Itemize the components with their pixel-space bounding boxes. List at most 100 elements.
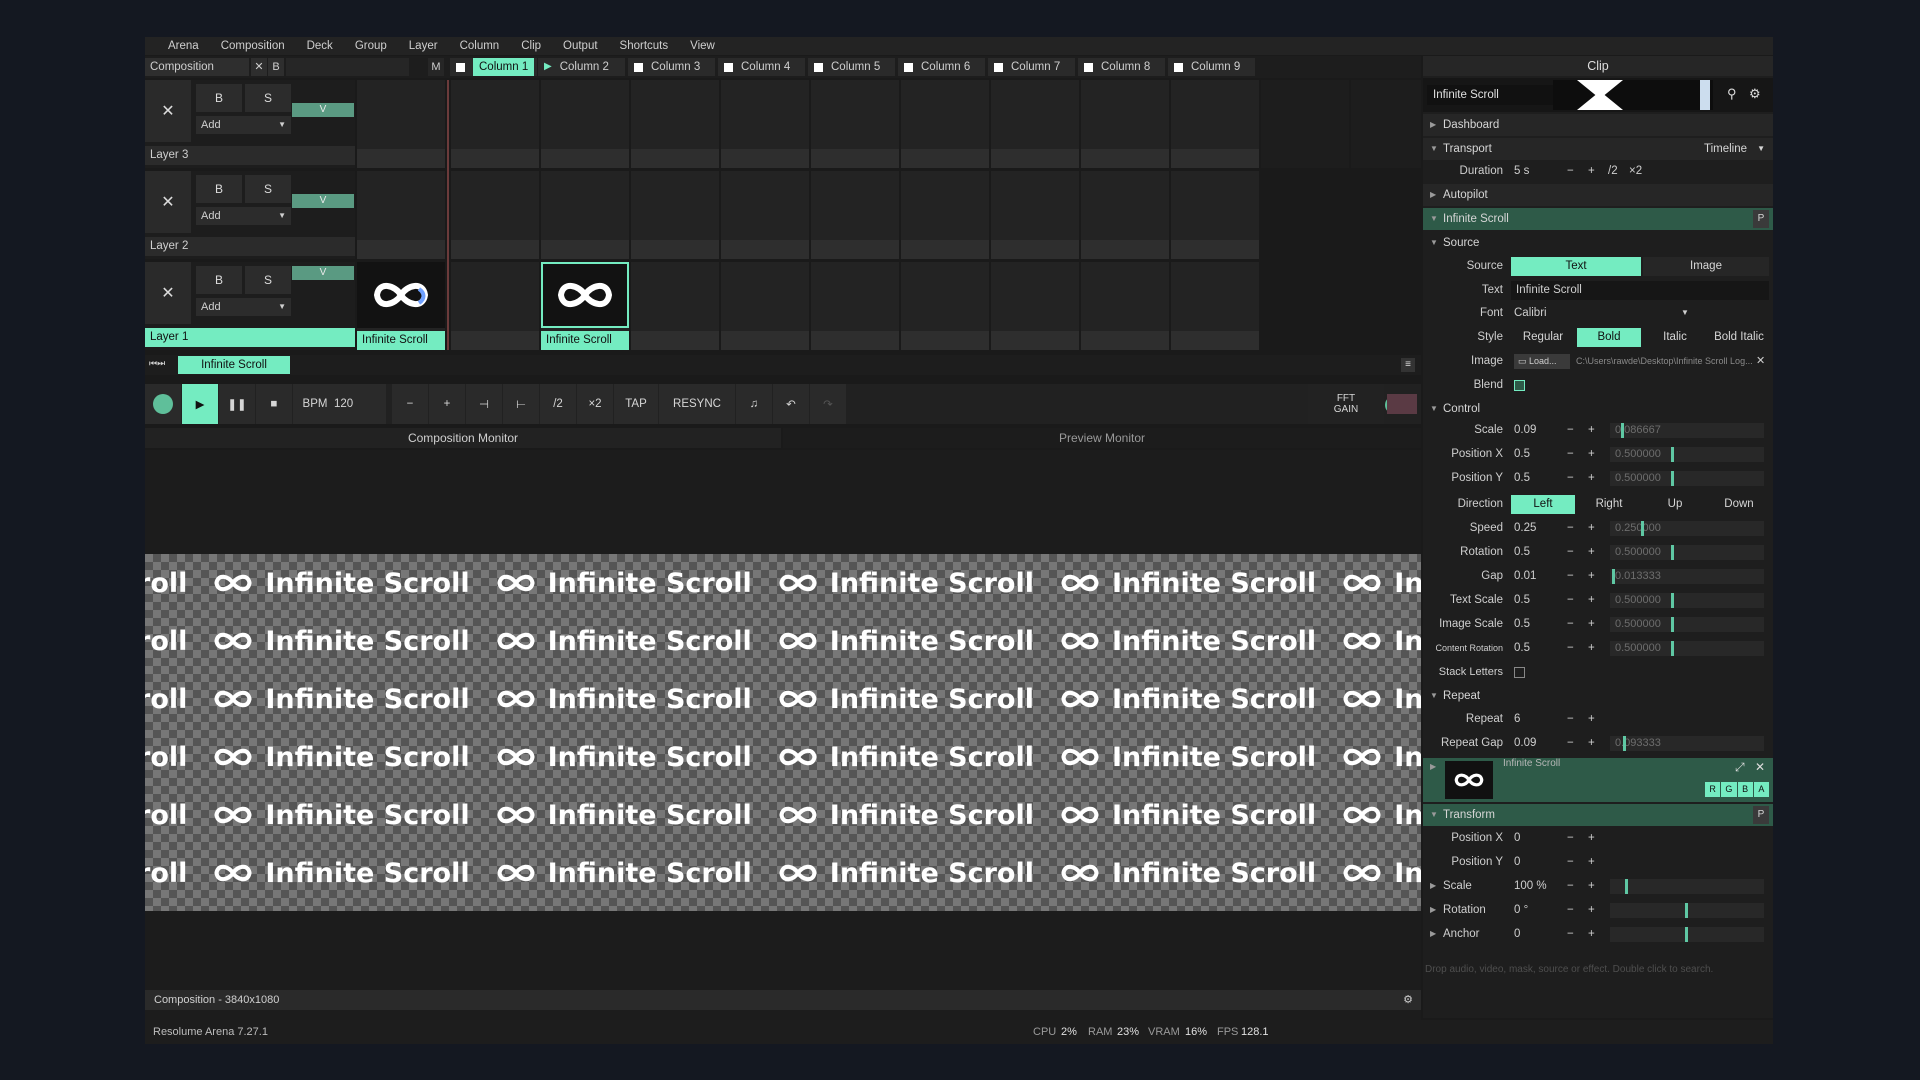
stack-letters-checkbox[interactable] <box>1514 667 1525 678</box>
clip-slot[interactable] <box>1171 171 1259 259</box>
clip-slot[interactable] <box>357 171 445 259</box>
layer-1-add-dropdown[interactable]: Add ▼ <box>196 298 291 316</box>
composition-clear-button[interactable]: ✕ <box>251 58 267 76</box>
position-y-decrease[interactable]: − <box>1567 467 1574 489</box>
layer-3-clear-button[interactable]: ✕ <box>145 80 191 142</box>
transform-anchor-slider[interactable] <box>1610 927 1764 942</box>
effect-section[interactable]: ▼ Infinite Scroll P <box>1423 208 1773 230</box>
direction-left-button[interactable]: Left <box>1511 495 1575 514</box>
nudge-right-icon[interactable]: ⊢ <box>503 384 539 424</box>
position-y-value[interactable]: 0.5 <box>1514 467 1530 489</box>
layer-1-clear-button[interactable]: ✕ <box>145 262 191 324</box>
clip-slot[interactable] <box>451 262 539 350</box>
scale-value[interactable]: 0.09 <box>1514 419 1536 441</box>
bpm-double-button[interactable]: ×2 <box>577 384 613 424</box>
transport-mode-select[interactable]: Timeline <box>1704 138 1747 160</box>
image-scale-slider[interactable]: 0.500000 <box>1610 617 1764 632</box>
transform-position-y-increase[interactable]: + <box>1588 851 1595 873</box>
speed-decrease[interactable]: − <box>1567 517 1574 539</box>
clip-infinite-scroll-col1[interactable]: Infinite Scroll <box>357 262 445 350</box>
text-scale-value[interactable]: 0.5 <box>1514 589 1530 611</box>
gap-increase[interactable]: + <box>1588 565 1595 587</box>
source-section[interactable]: ▼ Source <box>1423 232 1773 254</box>
column-3-checkbox[interactable] <box>634 62 643 72</box>
text-input[interactable]: Infinite Scroll <box>1511 281 1769 300</box>
clip-slot[interactable] <box>901 80 989 168</box>
text-scale-decrease[interactable]: − <box>1567 589 1574 611</box>
text-scale-increase[interactable]: + <box>1588 589 1595 611</box>
menu-group[interactable]: Group <box>344 40 398 52</box>
bpm-increase-button[interactable]: + <box>429 384 465 424</box>
layer-1-solo-button[interactable]: S <box>245 266 291 294</box>
image-clear-icon[interactable]: ✕ <box>1756 350 1765 372</box>
transform-anchor-decrease[interactable]: − <box>1567 923 1574 945</box>
clip-slot[interactable] <box>631 262 719 350</box>
clip-slot[interactable] <box>1171 80 1259 168</box>
transform-anchor-value[interactable]: 0 <box>1514 923 1520 945</box>
transform-scale-increase[interactable]: + <box>1588 875 1595 897</box>
column-1-tab[interactable]: Column 1 <box>450 58 537 76</box>
rotation-decrease[interactable]: − <box>1567 541 1574 563</box>
metronome-icon[interactable]: ♫ <box>736 384 772 424</box>
transform-rotation-value[interactable]: 0 ° <box>1514 899 1528 921</box>
duration-value[interactable]: 5 s <box>1514 160 1529 182</box>
rotation-increase[interactable]: + <box>1588 541 1595 563</box>
composition-tab[interactable]: Composition <box>145 58 249 76</box>
preset-icon[interactable]: P <box>1753 210 1769 228</box>
column-4-tab[interactable]: Column 4 <box>718 58 805 76</box>
repeat-gap-slider[interactable]: 0.093333 <box>1610 736 1764 751</box>
clip-slot[interactable] <box>721 262 809 350</box>
gap-decrease[interactable]: − <box>1567 565 1574 587</box>
transform-position-y-decrease[interactable]: − <box>1567 851 1574 873</box>
menu-shortcuts[interactable]: Shortcuts <box>609 40 680 52</box>
menu-view[interactable]: View <box>679 40 726 52</box>
repeat-section[interactable]: ▼ Repeat <box>1423 685 1773 707</box>
transform-position-y-value[interactable]: 0 <box>1514 851 1520 873</box>
bpm-half-button[interactable]: /2 <box>540 384 576 424</box>
channel-r-toggle[interactable]: R <box>1705 782 1721 797</box>
layer-2-solo-button[interactable]: S <box>245 175 291 203</box>
clip-name-field[interactable]: Infinite Scroll <box>1427 85 1553 105</box>
column-6-tab[interactable]: Column 6 <box>898 58 985 76</box>
layer-2-video-button[interactable]: V <box>292 194 354 208</box>
layer-2-bypass-button[interactable]: B <box>196 175 242 203</box>
clip-slot[interactable] <box>541 171 629 259</box>
column-4-checkbox[interactable] <box>724 62 733 72</box>
fft-gain-control[interactable]: FFT GAIN <box>1308 384 1384 424</box>
menu-column[interactable]: Column <box>449 40 511 52</box>
column-3-tab[interactable]: Column 3 <box>628 58 715 76</box>
gap-value[interactable]: 0.01 <box>1514 565 1536 587</box>
scale-decrease[interactable]: − <box>1567 419 1574 441</box>
clip-slot[interactable] <box>811 262 899 350</box>
preset-icon[interactable]: P <box>1753 806 1769 824</box>
clip-slot[interactable] <box>541 80 629 168</box>
chevron-right-icon[interactable]: ▶ <box>1430 875 1436 897</box>
repeat-gap-value[interactable]: 0.09 <box>1514 732 1536 754</box>
duration-double[interactable]: ×2 <box>1629 160 1642 182</box>
clip-slot[interactable] <box>631 80 719 168</box>
clip-slot[interactable] <box>631 171 719 259</box>
image-scale-value[interactable]: 0.5 <box>1514 613 1530 635</box>
clip-slot[interactable] <box>1081 171 1169 259</box>
gear-icon[interactable]: ⚙ <box>1749 86 1761 102</box>
bpm-input[interactable]: 120 <box>328 384 386 424</box>
menu-deck[interactable]: Deck <box>296 40 344 52</box>
tap-button[interactable]: TAP <box>614 384 658 424</box>
transform-rotation-decrease[interactable]: − <box>1567 899 1574 921</box>
position-y-increase[interactable]: + <box>1588 467 1595 489</box>
transform-position-x-value[interactable]: 0 <box>1514 827 1520 849</box>
content-rotation-increase[interactable]: + <box>1588 637 1595 659</box>
column-5-tab[interactable]: Column 5 <box>808 58 895 76</box>
channel-b-toggle[interactable]: B <box>1737 782 1753 797</box>
globe-icon[interactable] <box>145 384 181 424</box>
rotation-value[interactable]: 0.5 <box>1514 541 1530 563</box>
transform-scale-slider[interactable] <box>1610 879 1764 894</box>
speed-slider[interactable]: 0.250000 <box>1610 521 1764 536</box>
column-8-tab[interactable]: Column 8 <box>1078 58 1165 76</box>
column-2-tab[interactable]: ▶ Column 2 <box>538 58 625 76</box>
rotation-slider[interactable]: 0.500000 <box>1610 545 1764 560</box>
style-regular-button[interactable]: Regular <box>1511 328 1575 347</box>
duration-half[interactable]: /2 <box>1608 160 1618 182</box>
image-load-button[interactable]: ▭ Load... <box>1514 354 1570 369</box>
duration-decrease[interactable]: − <box>1567 160 1574 182</box>
